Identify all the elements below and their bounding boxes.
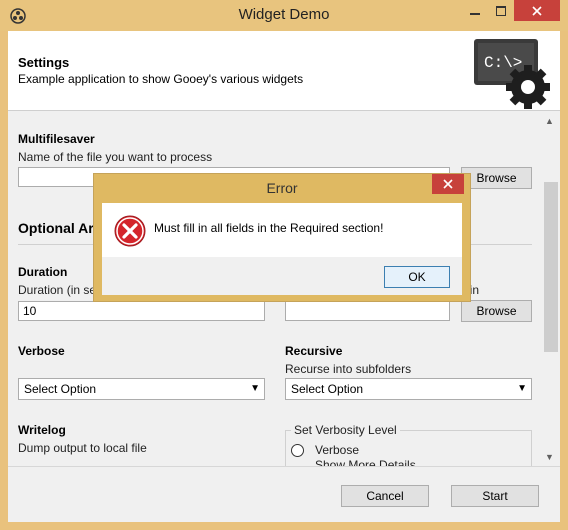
recursive-select[interactable]: Select Option ▼ [285, 378, 532, 400]
chevron-down-icon: ▼ [517, 383, 527, 394]
recursive-label: Recursive [285, 344, 343, 358]
optional-section-title: Optional Arg [18, 220, 103, 236]
maximize-icon [496, 5, 506, 16]
minimize-button[interactable] [462, 0, 488, 21]
multifilesaver-help: Name of the file you want to process [18, 150, 213, 164]
close-button[interactable] [514, 0, 560, 21]
writelog-help: Dump output to local file [18, 441, 147, 455]
multifilesaver-label: Multifilesaver [18, 132, 95, 146]
verbose-select-value: Select Option [24, 382, 97, 396]
header-subtitle: Example application to show Gooey's vari… [18, 72, 304, 86]
close-icon [443, 179, 453, 189]
dialog-message-area: Must fill in all fields in the Required … [102, 203, 462, 257]
right-field-browse-button[interactable]: Browse [461, 300, 532, 322]
vertical-scrollbar[interactable]: ▲ ▼ [542, 112, 560, 466]
verbosity-group-title: Set Verbosity Level [291, 423, 400, 437]
dialog-message: Must fill in all fields in the Required … [154, 221, 384, 235]
verbose-select[interactable]: Select Option ▼ [18, 378, 265, 400]
svg-text:C:\>: C:\> [484, 54, 522, 72]
verbosity-radio[interactable] [291, 444, 304, 457]
writelog-label: Writelog [18, 423, 66, 437]
scroll-thumb[interactable] [544, 182, 558, 352]
chevron-down-icon: ▼ [250, 383, 260, 394]
dialog-close-button[interactable] [432, 174, 464, 194]
duration-help: Duration (in se [18, 283, 97, 297]
recursive-help: Recurse into subfolders [285, 362, 412, 376]
error-dialog: Error Must fill in all fields in the Req… [93, 173, 471, 302]
cancel-button[interactable]: Cancel [341, 485, 429, 507]
title-bar[interactable]: Widget Demo [0, 0, 568, 31]
maximize-button[interactable] [488, 0, 514, 21]
dialog-title: Error [266, 180, 298, 196]
header-panel: Settings Example application to show Goo… [8, 31, 560, 111]
scroll-down-icon[interactable]: ▼ [545, 452, 554, 462]
right-field-input[interactable] [285, 301, 450, 321]
minimize-icon [470, 12, 480, 15]
ok-button[interactable]: OK [384, 266, 450, 288]
dialog-body: Must fill in all fields in the Required … [102, 203, 462, 295]
duration-input[interactable]: 10 [18, 301, 265, 321]
terminal-gear-icon: C:\> [474, 39, 550, 109]
start-button[interactable]: Start [451, 485, 539, 507]
error-icon [114, 215, 146, 247]
verbosity-option-label: Verbose [315, 443, 360, 457]
scroll-up-icon[interactable]: ▲ [545, 116, 554, 126]
header-title: Settings [18, 55, 70, 70]
footer-bar: Cancel Start [8, 466, 560, 522]
close-icon [532, 5, 542, 16]
recursive-select-value: Select Option [291, 382, 364, 396]
verbosity-option-help: Show More Details [315, 458, 416, 466]
multifilesaver-browse-button[interactable]: Browse [461, 167, 532, 189]
verbose-label: Verbose [18, 344, 65, 358]
duration-label: Duration [18, 265, 68, 279]
